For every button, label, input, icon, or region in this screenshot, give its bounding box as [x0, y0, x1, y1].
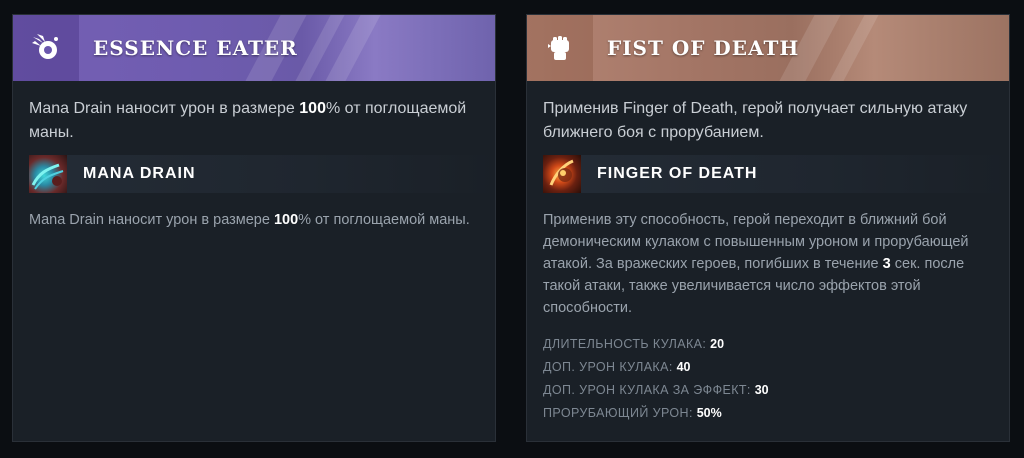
facet-card-fist-of-death: FIST OF DEATH Применив Finger of Death, … — [526, 14, 1010, 442]
ability-description: Применив эту способность, герой переходи… — [543, 212, 969, 316]
header-shine — [829, 15, 879, 81]
facet-card-essence-eater: ESSENCE EATER Mana Drain наносит урон в … — [12, 14, 496, 442]
stat-fist-damage-per-effect: ДОП. УРОН КУЛАКА ЗА ЭФФЕКТ: 30 — [543, 383, 769, 397]
facet-description: Применив Finger of Death, герой получает… — [543, 100, 968, 141]
finger-of-death-ability-icon — [543, 155, 581, 193]
facet-description: Mana Drain наносит урон в размере 100% о… — [29, 100, 467, 141]
stat-fist-duration: ДЛИТЕЛЬНОСТЬ КУЛАКА: 20 — [543, 337, 725, 351]
stat-cleave-damage: ПРОРУБАЮЩИЙ УРОН: 50% — [543, 406, 722, 420]
facet-header: FIST OF DEATH — [527, 15, 1009, 81]
facet-title: ESSENCE EATER — [93, 36, 298, 60]
ability-stats: ДЛИТЕЛЬНОСТЬ КУЛАКА: 20 ДОП. УРОН КУЛАКА… — [543, 333, 993, 425]
ability-name: MANA DRAIN — [83, 165, 196, 182]
essence-burst-icon — [13, 15, 79, 81]
ability-row-mana-drain[interactable]: MANA DRAIN — [29, 155, 495, 193]
mana-drain-ability-icon — [29, 155, 67, 193]
ability-name: FINGER OF DEATH — [597, 165, 758, 182]
ability-description: Mana Drain наносит урон в размере 100% о… — [29, 212, 470, 228]
fist-icon — [527, 15, 593, 81]
facet-header: ESSENCE EATER — [13, 15, 495, 81]
ability-row-finger-of-death[interactable]: FINGER OF DEATH — [543, 155, 1009, 193]
stat-fist-bonus-damage: ДОП. УРОН КУЛАКА: 40 — [543, 360, 691, 374]
facet-title: FIST OF DEATH — [607, 36, 800, 60]
